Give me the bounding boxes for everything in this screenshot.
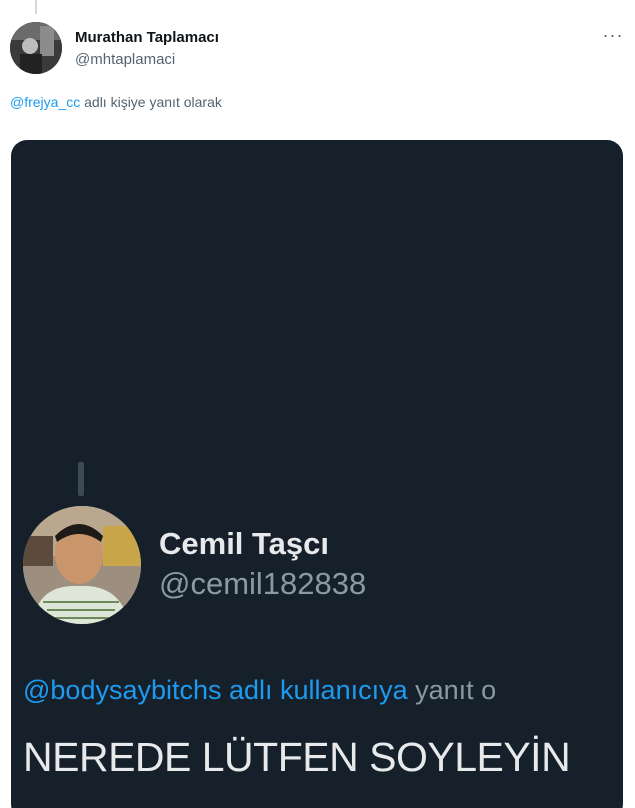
embedded-tweet-text: NEREDE LÜTFEN SOYLEYİN [23,734,571,780]
author-handle[interactable]: @mhtaplamaci [75,51,175,68]
author-photo-icon [10,22,62,74]
embedded-reply-mention: @bodysaybitchs adlı kullanıcıya [23,675,408,705]
embedded-reply-text: yanıt o [407,675,497,705]
author-avatar[interactable] [10,22,62,74]
tweet-media-image[interactable]: Cemil Taşcı @cemil182838 @bodysaybitchs … [11,140,623,808]
embedded-reply-context: @bodysaybitchs adlı kullanıcıya yanıt o [23,675,496,706]
more-options-button[interactable]: ··· [598,26,628,48]
thread-connector-line [35,0,37,14]
author-name[interactable]: Murathan Taplamacı [75,29,219,46]
embedded-author-name: Cemil Taşcı [159,526,330,561]
reply-mention-link[interactable]: @frejya_cc [10,94,80,110]
embedded-author-handle: @cemil182838 [159,566,367,601]
embedded-photo-icon [23,506,141,624]
reply-context: @frejya_cc adlı kişiye yanıt olarak [10,94,222,110]
reply-context-text: adlı kişiye yanıt olarak [80,94,222,110]
embedded-thread-line [78,462,84,496]
embedded-avatar [23,506,141,624]
